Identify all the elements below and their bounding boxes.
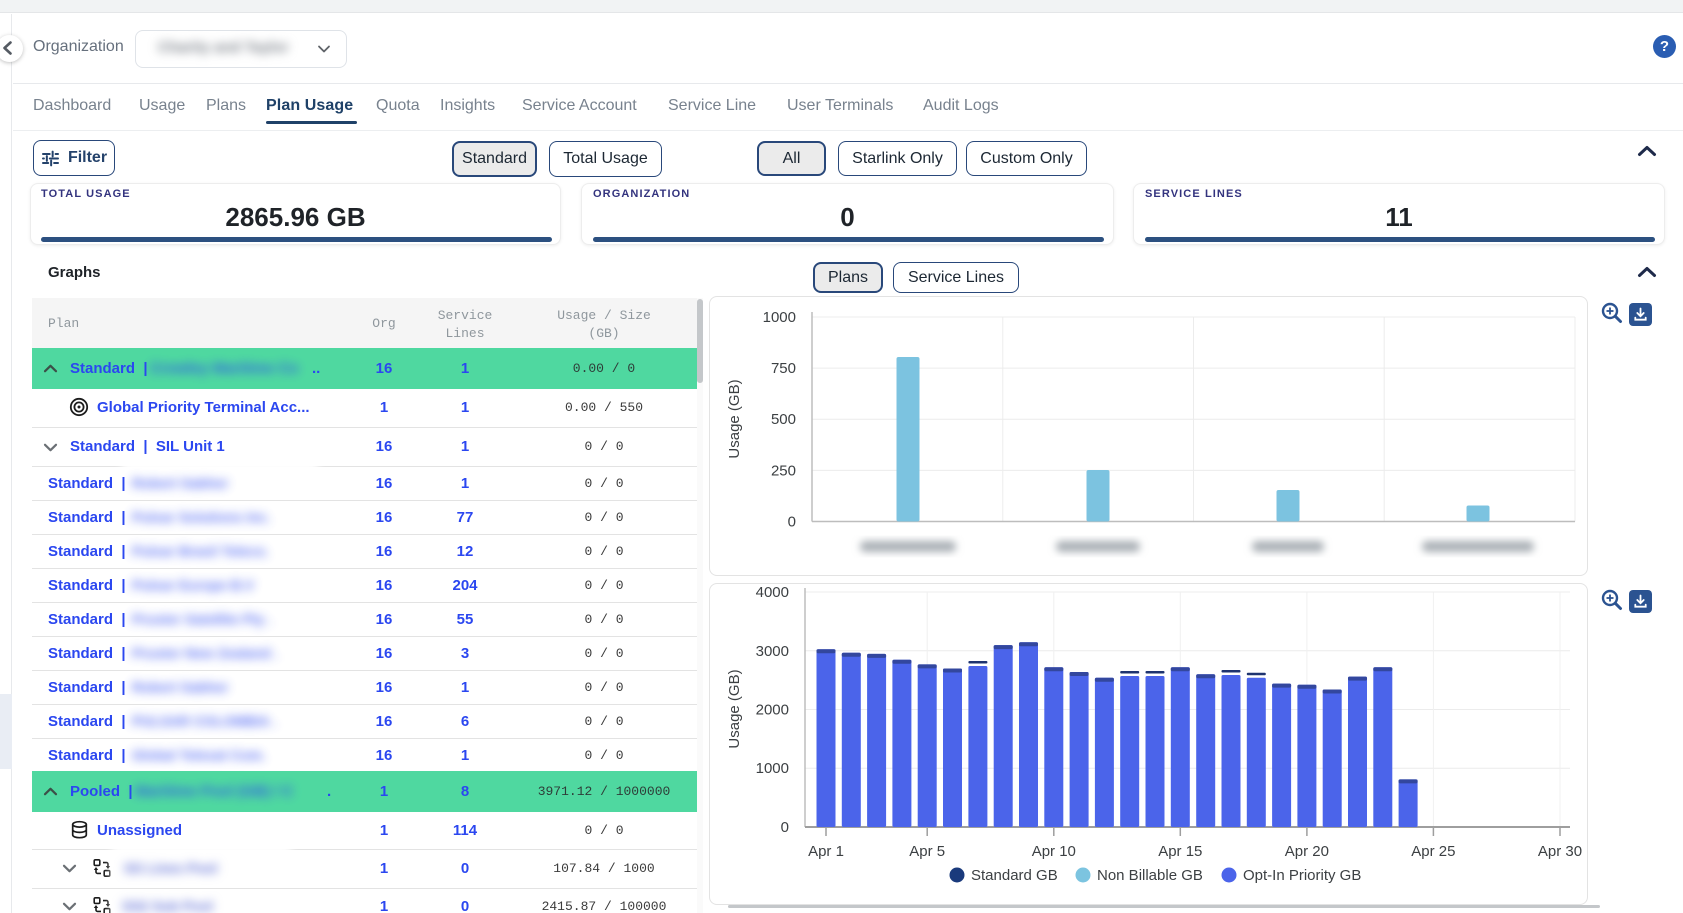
svg-text:Apr 25: Apr 25 bbox=[1411, 843, 1455, 860]
svg-text:2000: 2000 bbox=[756, 702, 789, 719]
svg-text:3000: 3000 bbox=[756, 643, 789, 660]
svg-text:Usage (GB): Usage (GB) bbox=[726, 379, 743, 458]
svg-text:Apr 15: Apr 15 bbox=[1158, 843, 1202, 860]
svg-text:Apr 5: Apr 5 bbox=[909, 843, 945, 860]
svg-text:Non Billable GB: Non Billable GB bbox=[1097, 867, 1203, 884]
svg-text:250: 250 bbox=[771, 462, 796, 479]
svg-text:Apr 20: Apr 20 bbox=[1285, 843, 1329, 860]
svg-text:4000: 4000 bbox=[756, 584, 789, 601]
svg-text:0: 0 bbox=[781, 819, 789, 836]
svg-text:1000: 1000 bbox=[756, 760, 789, 777]
svg-text:Apr 10: Apr 10 bbox=[1032, 843, 1076, 860]
svg-text:Standard GB: Standard GB bbox=[971, 867, 1058, 884]
svg-text:0: 0 bbox=[788, 514, 796, 531]
svg-text:Opt-In Priority GB: Opt-In Priority GB bbox=[1243, 867, 1361, 884]
svg-text:Apr 1: Apr 1 bbox=[808, 843, 844, 860]
svg-text:500: 500 bbox=[771, 411, 796, 428]
svg-text:Usage (GB): Usage (GB) bbox=[726, 669, 743, 748]
svg-text:750: 750 bbox=[771, 360, 796, 377]
svg-text:Apr 30: Apr 30 bbox=[1538, 843, 1582, 860]
svg-text:1000: 1000 bbox=[763, 309, 796, 326]
